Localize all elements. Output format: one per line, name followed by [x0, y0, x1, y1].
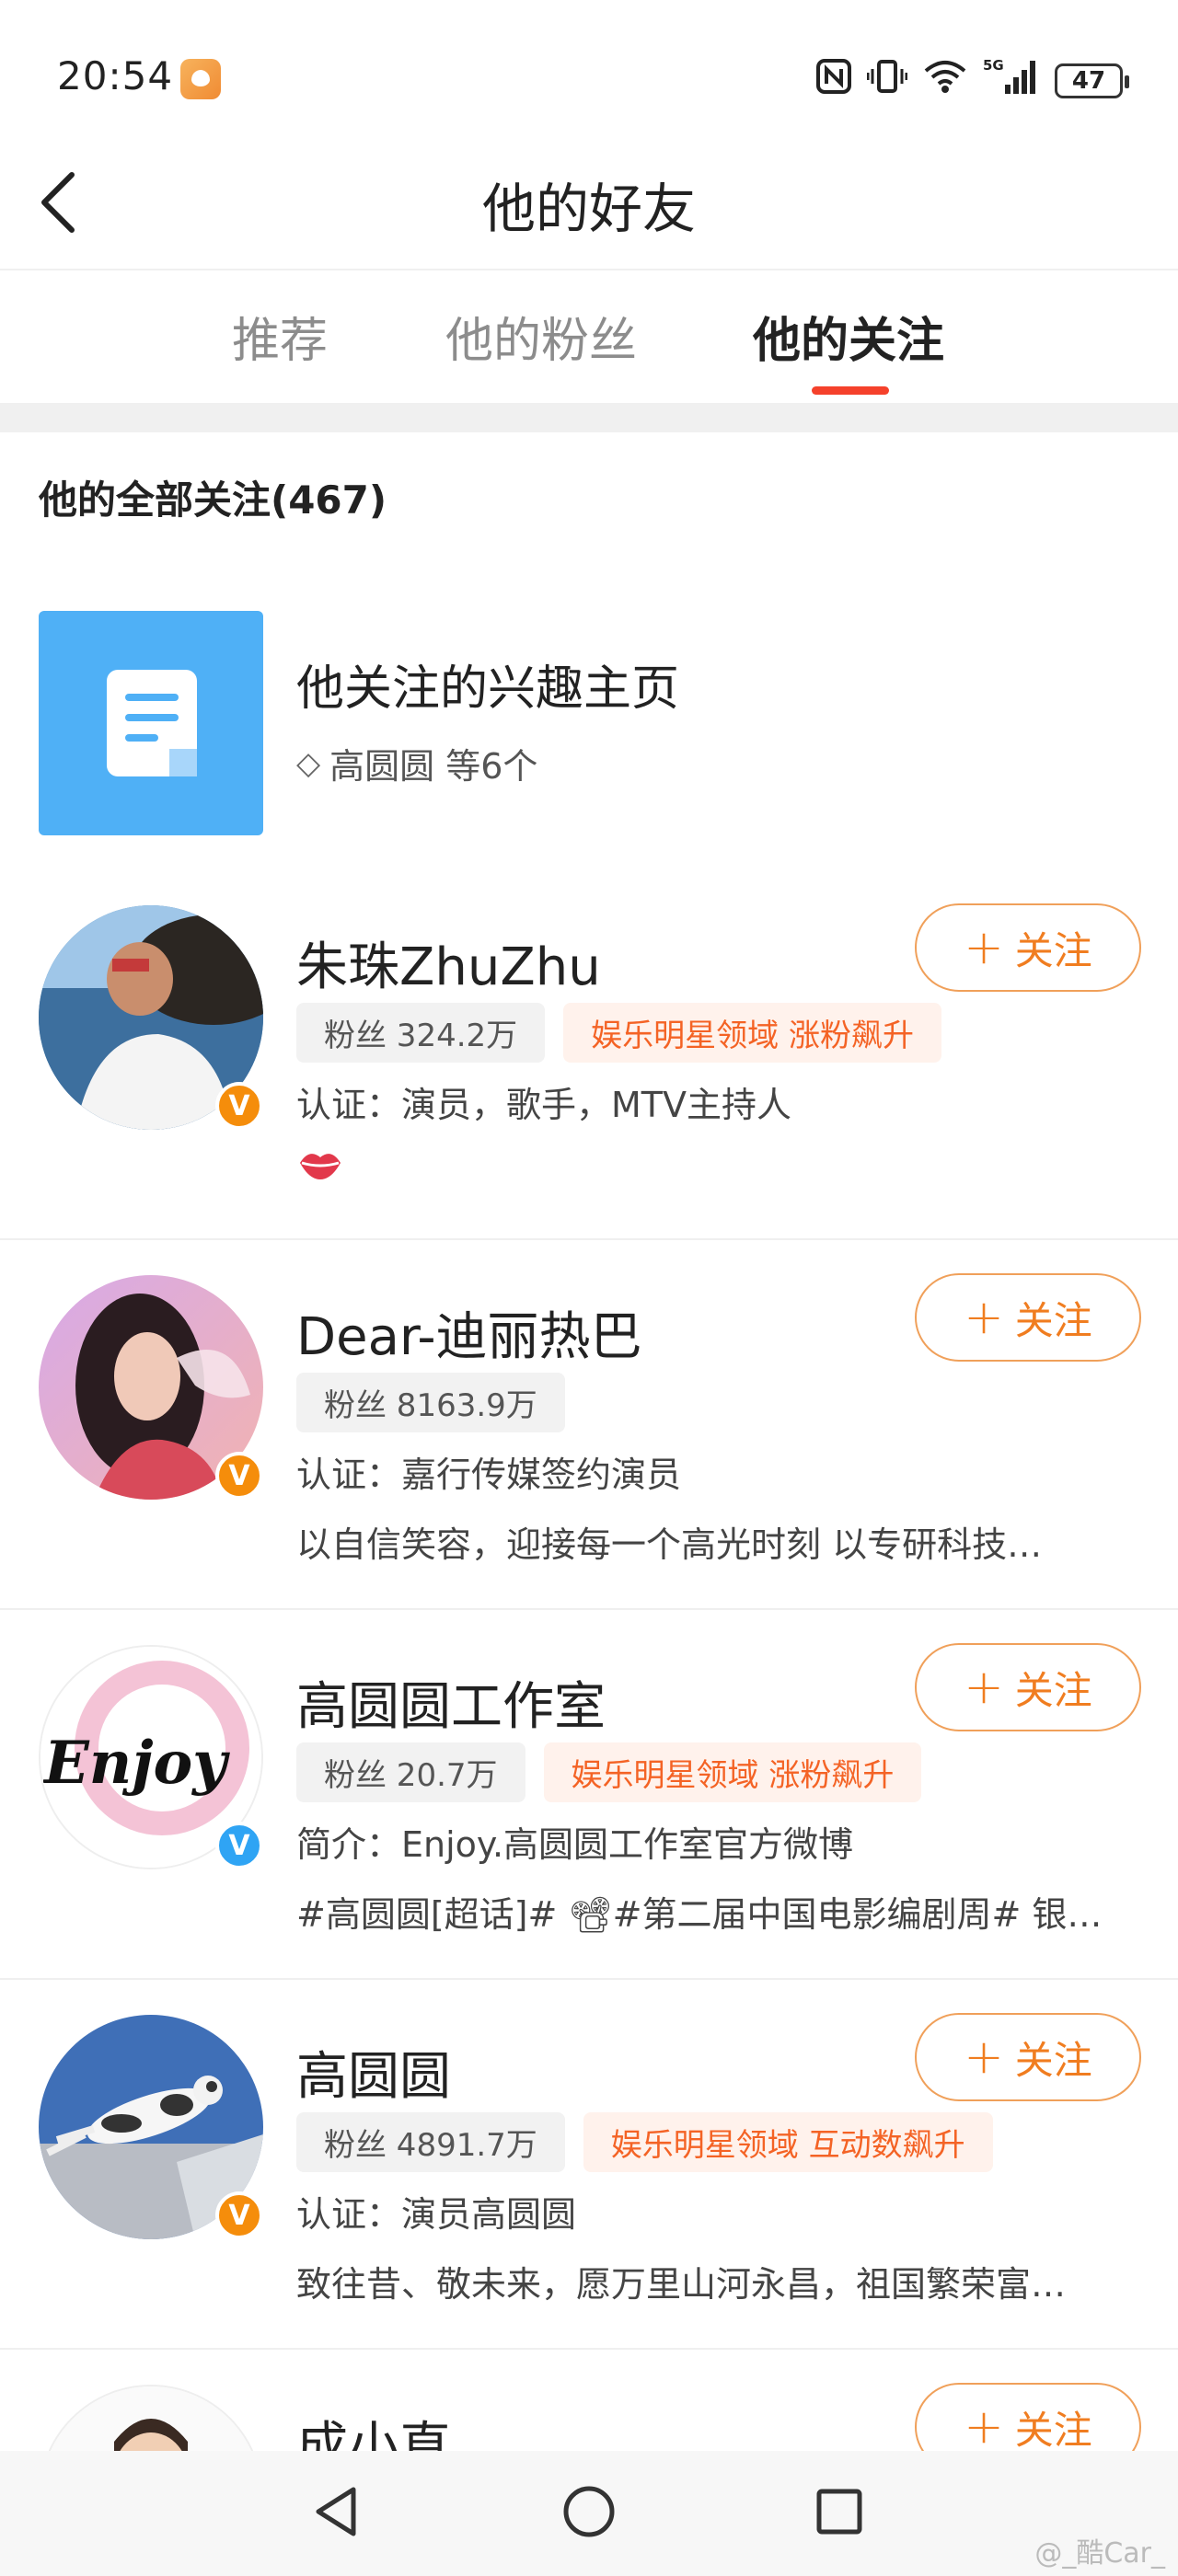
plus-icon: +	[964, 2030, 1004, 2085]
plus-icon: +	[964, 1290, 1004, 1345]
interest-pages-subtitle: ◇ 高圆圆 等6个	[296, 738, 537, 788]
page-title: 他的好友	[481, 178, 696, 240]
interest-pages-item[interactable]: 他关注的兴趣主页 ◇ 高圆圆 等6个	[0, 611, 1178, 836]
circle-home-icon	[563, 2486, 615, 2537]
vibrate-icon	[866, 58, 908, 103]
status-icons: 5G 47	[815, 57, 1129, 104]
verification-text: 认证：嘉行传媒签约演员	[296, 1455, 682, 1495]
follow-button[interactable]: + 关注	[915, 1273, 1141, 1362]
plus-icon: +	[964, 1660, 1004, 1715]
user-name[interactable]: 高圆圆工作室	[296, 1665, 606, 1740]
tab-active-indicator	[812, 386, 889, 395]
battery-icon: 47	[1055, 63, 1129, 98]
fans-count: 粉丝 4891.7万	[296, 2112, 565, 2172]
fans-count: 粉丝 324.2万	[296, 1003, 546, 1063]
status-time: 20:54	[57, 53, 174, 98]
follow-button[interactable]: + 关注	[915, 903, 1141, 992]
verified-badge-icon: V	[215, 1822, 263, 1869]
system-nav-bar	[0, 2451, 1178, 2576]
nav-recents-button[interactable]	[812, 2484, 867, 2543]
wifi-icon	[922, 58, 968, 103]
follow-button[interactable]: + 关注	[915, 1643, 1141, 1731]
fans-count: 粉丝 20.7万	[296, 1742, 525, 1802]
fans-count: 粉丝 8163.9万	[296, 1373, 565, 1432]
list-item[interactable]: Enjoy V 高圆圆工作室 + 关注 粉丝 20.7万 娱乐明星领域 涨粉飙升…	[0, 1608, 1178, 1980]
diamond-icon: ◇	[296, 744, 321, 782]
avatar[interactable]	[39, 2385, 263, 2451]
watermark: @_酷Car_	[1034, 2537, 1165, 2570]
list-item[interactable]: 成小直 + 关注	[0, 2348, 1178, 2451]
app-notification-icon	[180, 59, 221, 99]
follow-button[interactable]: + 关注	[915, 2013, 1141, 2101]
square-recents-icon	[816, 2489, 862, 2535]
interest-pages-count: 高圆圆 等6个	[329, 746, 538, 787]
section-title: 他的全部关注(467)	[39, 477, 387, 523]
tab-following[interactable]: 他的关注	[753, 302, 944, 371]
tab-fans[interactable]: 他的粉丝	[445, 302, 637, 371]
verification-text: 认证：演员高圆圆	[296, 2194, 577, 2235]
verification-text: 认证：演员，歌手，MTV主持人	[296, 1085, 791, 1125]
verified-badge-icon: V	[215, 1452, 263, 1500]
list-item[interactable]: V 高圆圆 + 关注 粉丝 4891.7万 娱乐明星领域 互动数飙升 认证：演员…	[0, 1978, 1178, 2350]
trend-tag[interactable]: 娱乐明星领域 涨粉飙升	[563, 1003, 941, 1063]
nav-back-button[interactable]	[309, 2484, 364, 2543]
list-item[interactable]: V Dear-迪丽热巴 + 关注 粉丝 8163.9万 认证：嘉行传媒签约演员 …	[0, 1238, 1178, 1610]
plus-icon: +	[964, 2399, 1004, 2451]
divider	[0, 403, 1178, 432]
bio-text: 以自信笑容，迎接每一个高光时刻 以专研科技…	[296, 1524, 1043, 1565]
header: 他的好友	[0, 138, 1178, 270]
user-name[interactable]: Dear-迪丽热巴	[296, 1295, 642, 1370]
nav-home-button[interactable]	[561, 2484, 617, 2543]
nfc-icon	[815, 58, 852, 103]
document-icon	[39, 611, 263, 835]
tab-bar: 推荐 他的粉丝 他的关注	[0, 270, 1178, 403]
bio-text: #高圆圆[超话]# 📽#第二届中国电影编剧周# 银…	[296, 1894, 1103, 1935]
triangle-back-icon	[316, 2487, 356, 2536]
verified-badge-icon: V	[215, 2191, 263, 2239]
plus-icon: +	[964, 920, 1004, 975]
lips-icon	[300, 1154, 341, 1179]
user-name[interactable]: 朱珠ZhuZhu	[296, 926, 601, 1000]
verified-badge-icon: V	[215, 1082, 263, 1130]
trend-tag[interactable]: 娱乐明星领域 互动数飙升	[583, 2112, 993, 2172]
bio-text: 致往昔、敬未来，愿万里山河永昌，祖国繁荣富…	[296, 2264, 1067, 2305]
trend-tag[interactable]: 娱乐明星领域 涨粉飙升	[543, 1742, 922, 1802]
user-name[interactable]: 高圆圆	[296, 2035, 451, 2110]
svg-text:Enjoy: Enjoy	[42, 1729, 230, 1798]
signal-icon: 5G	[983, 57, 1040, 104]
follow-button[interactable]: + 关注	[915, 2383, 1141, 2451]
user-name[interactable]: 成小直	[296, 2405, 451, 2451]
list-item[interactable]: V 朱珠ZhuZhu + 关注 粉丝 324.2万 娱乐明星领域 涨粉飙升 认证…	[0, 868, 1178, 1240]
status-bar: 20:54 5G 47	[0, 0, 1178, 138]
tab-recommend[interactable]: 推荐	[232, 302, 328, 371]
interest-pages-title: 他关注的兴趣主页	[296, 661, 680, 717]
intro-text: 简介：Enjoy.高圆圆工作室官方微博	[296, 1824, 854, 1865]
svg-text:5G: 5G	[983, 57, 1004, 74]
